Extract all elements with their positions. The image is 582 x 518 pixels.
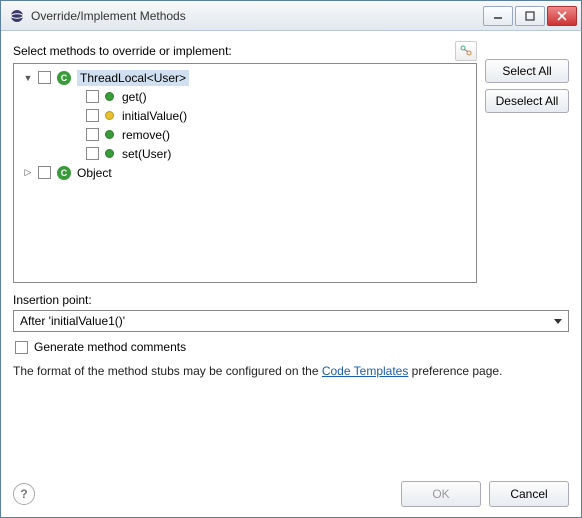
tree-header-label: Select methods to override or implement: <box>13 44 451 58</box>
tree-checkbox[interactable] <box>86 109 99 122</box>
footer: ? OK Cancel <box>13 465 569 507</box>
methods-tree[interactable]: ▼ C ThreadLocal<User> get() initialValue() re… <box>13 63 477 283</box>
class-icon: C <box>57 166 71 180</box>
format-note-prefix: The format of the method stubs may be co… <box>13 364 322 378</box>
cancel-button[interactable]: Cancel <box>489 481 569 507</box>
tree-item-label: get() <box>122 90 147 104</box>
expand-icon[interactable]: ▷ <box>22 167 34 179</box>
tree-checkbox[interactable] <box>86 90 99 103</box>
eclipse-icon <box>9 8 25 24</box>
expander-placeholder <box>70 148 82 160</box>
format-note: The format of the method stubs may be co… <box>13 364 569 378</box>
select-all-button[interactable]: Select All <box>485 59 569 83</box>
insertion-point-label: Insertion point: <box>13 293 569 307</box>
tree-checkbox[interactable] <box>38 166 51 179</box>
tree-row[interactable]: ▷ C Object <box>16 163 474 182</box>
expander-placeholder <box>70 129 82 141</box>
tree-row[interactable]: ▼ C ThreadLocal<User> <box>16 68 474 87</box>
help-button[interactable]: ? <box>13 483 35 505</box>
tree-item-label: ThreadLocal<User> <box>77 70 189 86</box>
tree-item-label: initialValue() <box>122 109 187 123</box>
tree-row[interactable]: initialValue() <box>16 106 474 125</box>
public-method-icon <box>105 130 114 139</box>
dialog-content: Select methods to override or implement:… <box>1 31 581 517</box>
class-icon: C <box>57 71 71 85</box>
expander-placeholder <box>70 91 82 103</box>
tree-row[interactable]: remove() <box>16 125 474 144</box>
tree-checkbox[interactable] <box>86 147 99 160</box>
titlebar[interactable]: Override/Implement Methods <box>1 1 581 31</box>
close-button[interactable] <box>547 6 577 26</box>
tree-checkbox[interactable] <box>86 128 99 141</box>
upper-section: Select methods to override or implement:… <box>13 41 569 283</box>
insertion-point-select[interactable]: After 'initialValue1()' <box>13 310 569 332</box>
minimize-button[interactable] <box>483 6 513 26</box>
tree-column: Select methods to override or implement:… <box>13 41 477 283</box>
maximize-button[interactable] <box>515 6 545 26</box>
code-templates-link[interactable]: Code Templates <box>322 364 409 378</box>
protected-method-icon <box>105 111 114 120</box>
deselect-all-button[interactable]: Deselect All <box>485 89 569 113</box>
tree-row[interactable]: get() <box>16 87 474 106</box>
tree-item-label: remove() <box>122 128 170 142</box>
generate-comments-checkbox[interactable] <box>15 341 28 354</box>
lower-section: Insertion point: After 'initialValue1()'… <box>13 293 569 378</box>
window-buttons <box>483 6 577 26</box>
tree-header: Select methods to override or implement: <box>13 41 477 61</box>
dialog-window: Override/Implement Methods Select method… <box>0 0 582 518</box>
dropdown-arrow-icon <box>554 314 562 328</box>
public-method-icon <box>105 92 114 101</box>
filter-button[interactable] <box>455 41 477 61</box>
insertion-point-value: After 'initialValue1()' <box>20 314 125 328</box>
side-buttons: Select All Deselect All <box>485 41 569 283</box>
tree-item-label: Object <box>77 166 112 180</box>
generate-comments-label: Generate method comments <box>34 340 186 354</box>
public-method-icon <box>105 149 114 158</box>
collapse-icon[interactable]: ▼ <box>22 72 34 84</box>
tree-item-label: set(User) <box>122 147 171 161</box>
generate-comments-row: Generate method comments <box>13 340 569 354</box>
window-title: Override/Implement Methods <box>31 9 483 23</box>
ok-button[interactable]: OK <box>401 481 481 507</box>
format-note-suffix: preference page. <box>408 364 502 378</box>
tree-row[interactable]: set(User) <box>16 144 474 163</box>
tree-checkbox[interactable] <box>38 71 51 84</box>
expander-placeholder <box>70 110 82 122</box>
